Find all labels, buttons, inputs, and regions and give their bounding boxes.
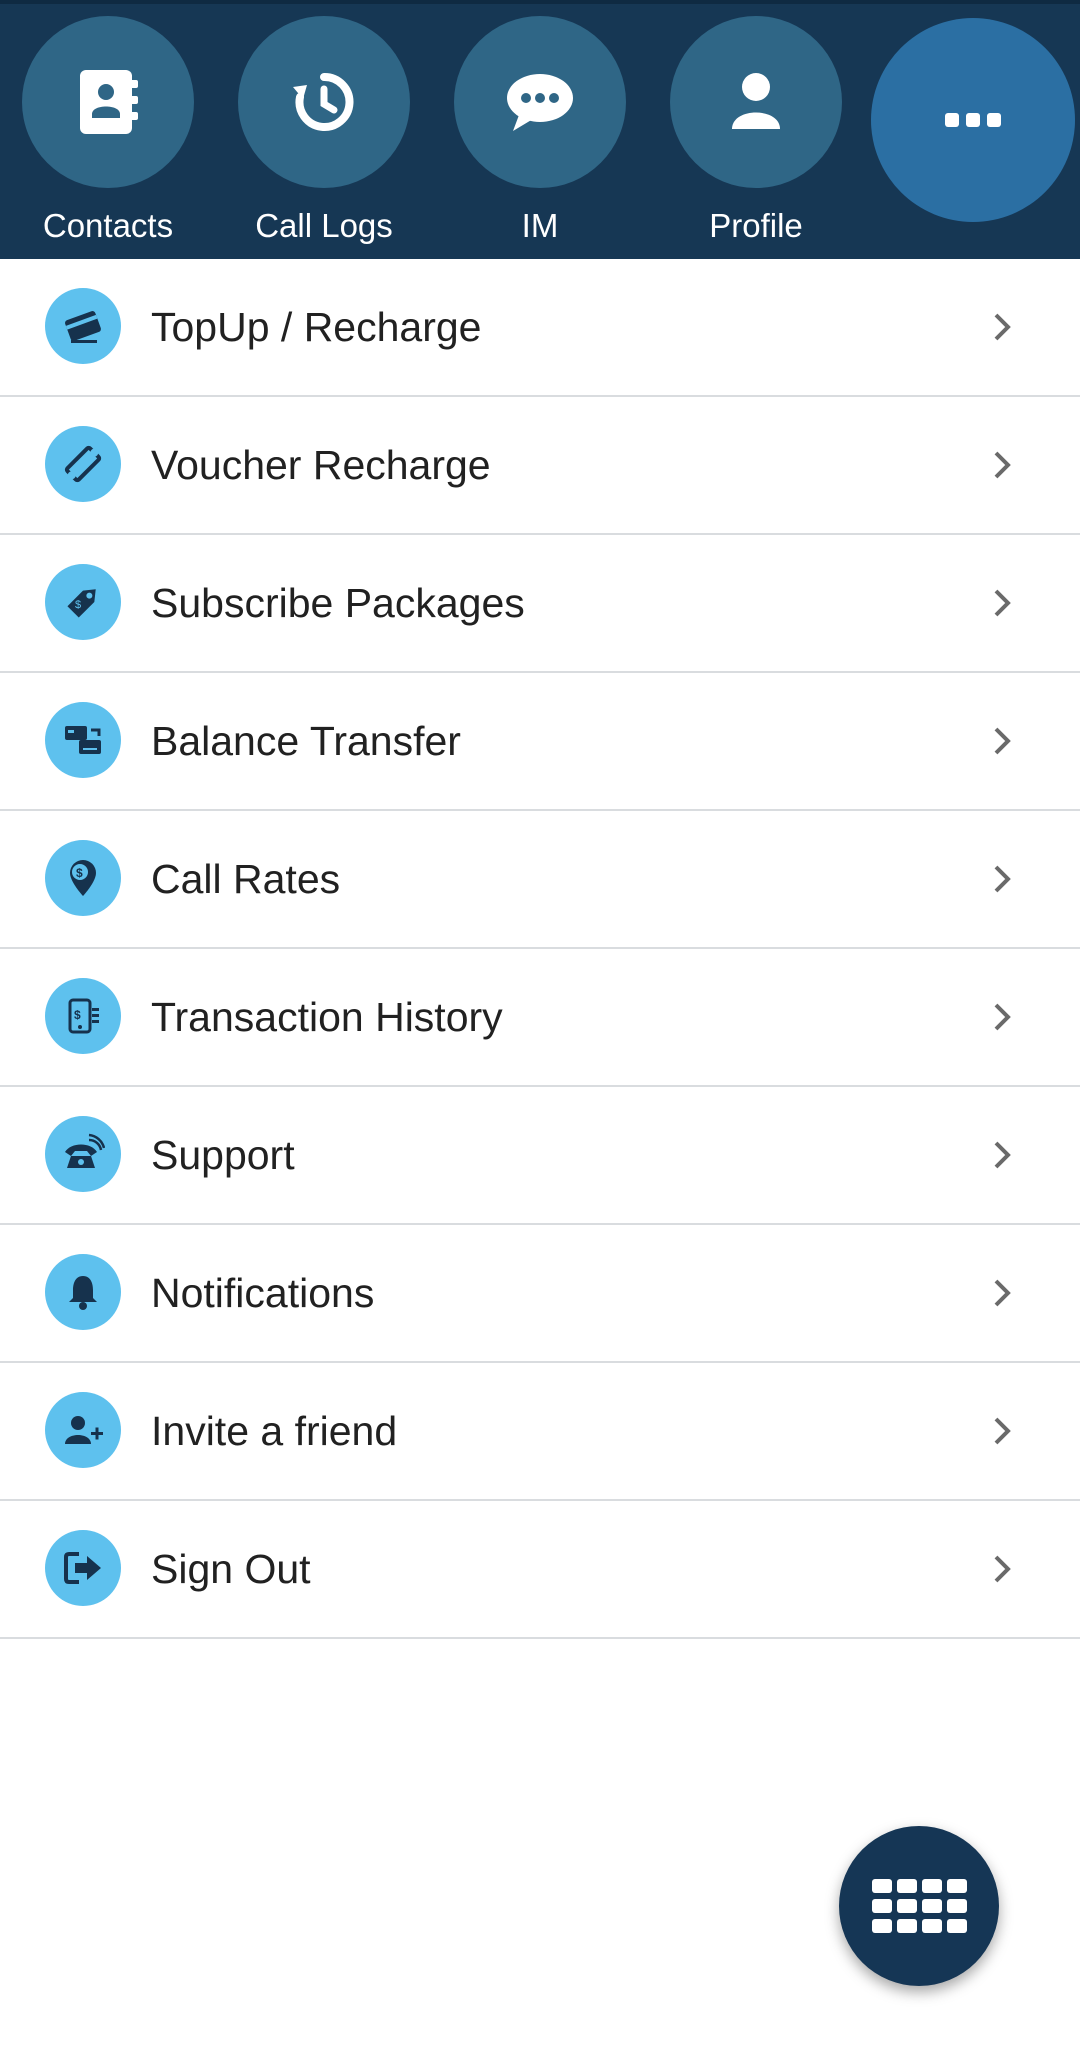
menu-item-support[interactable]: Support	[0, 1087, 1080, 1225]
menu-label: TopUp / Recharge	[151, 304, 482, 350]
nav-item-contacts[interactable]: Contacts	[0, 0, 216, 259]
more-dots-icon	[945, 113, 1001, 127]
menu-label: Call Rates	[151, 856, 341, 902]
chevron-right-icon	[994, 865, 1011, 893]
chevron-right-icon	[994, 589, 1011, 617]
menu-label: Support	[151, 1132, 295, 1178]
menu-item-call-rates[interactable]: $ Call Rates	[0, 811, 1080, 949]
dialpad-icon	[871, 1879, 967, 1933]
menu-icon-bg	[45, 1392, 121, 1468]
phone-receipt-icon: $	[68, 998, 99, 1034]
chevron-right-icon	[994, 1417, 1011, 1445]
nav-circle	[454, 16, 626, 188]
menu-icon-bg: $	[45, 564, 121, 640]
menu-label: Transaction History	[151, 994, 503, 1040]
contacts-book-icon	[80, 70, 138, 134]
menu-label: Notifications	[151, 1270, 375, 1316]
top-nav-bar: Contacts Call Logs IM Profile	[0, 0, 1080, 259]
menu-item-topup-recharge[interactable]: TopUp / Recharge	[0, 259, 1080, 397]
menu-icon-bg	[45, 1530, 121, 1606]
chevron-right-icon	[994, 451, 1011, 479]
nav-circle	[22, 16, 194, 188]
menu-item-transaction-history[interactable]: $ Transaction History	[0, 949, 1080, 1087]
menu-label: Subscribe Packages	[151, 580, 525, 626]
dialpad-button[interactable]	[839, 1826, 999, 1986]
chat-bubble-icon	[507, 74, 573, 131]
menu-item-invite-a-friend[interactable]: Invite a friend	[0, 1363, 1080, 1501]
menu-list: TopUp / Recharge Voucher Recharge $ Subs…	[0, 259, 1080, 1639]
nav-item-profile[interactable]: Profile	[648, 0, 864, 259]
menu-item-notifications[interactable]: Notifications	[0, 1225, 1080, 1363]
bell-icon	[69, 1276, 97, 1310]
nav-item-call-logs[interactable]: Call Logs	[216, 0, 432, 259]
chevron-right-icon	[994, 313, 1011, 341]
svg-text:$: $	[74, 1008, 81, 1022]
menu-icon-bg	[45, 702, 121, 778]
nav-circle	[238, 16, 410, 188]
menu-label: Invite a friend	[151, 1408, 398, 1454]
nav-label-im: IM	[521, 207, 559, 244]
transfer-cards-icon	[65, 726, 101, 754]
chevron-right-icon	[994, 1003, 1011, 1031]
telephone-icon	[65, 1133, 105, 1168]
menu-label: Voucher Recharge	[151, 442, 491, 488]
menu-icon-bg: $	[45, 840, 121, 916]
chevron-right-icon	[994, 1555, 1011, 1583]
menu-icon-bg	[45, 426, 121, 502]
ticket-icon	[64, 445, 102, 483]
chevron-right-icon	[994, 1141, 1011, 1169]
svg-text:$: $	[76, 866, 83, 880]
menu-item-balance-transfer[interactable]: Balance Transfer	[0, 673, 1080, 811]
nav-item-im[interactable]: IM	[432, 0, 648, 259]
svg-text:$: $	[75, 599, 81, 611]
price-tag-icon: $	[67, 589, 96, 618]
chevron-right-icon	[994, 1279, 1011, 1307]
history-clock-icon	[293, 72, 354, 131]
nav-label-profile: Profile	[709, 207, 803, 244]
menu-item-subscribe-packages[interactable]: $ Subscribe Packages	[0, 535, 1080, 673]
menu-icon-bg: $	[45, 978, 121, 1054]
nav-label-call-logs: Call Logs	[255, 207, 393, 244]
credit-card-icon	[65, 311, 101, 343]
dollar-pin-icon: $	[70, 860, 96, 896]
more-button[interactable]	[871, 18, 1075, 222]
add-user-icon	[65, 1416, 103, 1444]
menu-item-sign-out[interactable]: Sign Out	[0, 1501, 1080, 1639]
chevron-right-icon	[994, 727, 1011, 755]
nav-circle	[670, 16, 842, 188]
menu-label: Balance Transfer	[151, 718, 461, 764]
menu-icon-bg	[45, 1116, 121, 1192]
menu-label: Sign Out	[151, 1546, 311, 1592]
user-icon	[732, 73, 780, 129]
menu-icon-bg	[45, 288, 121, 364]
menu-icon-bg	[45, 1254, 121, 1330]
menu-item-voucher-recharge[interactable]: Voucher Recharge	[0, 397, 1080, 535]
sign-out-icon	[64, 1552, 101, 1584]
nav-label-contacts: Contacts	[42, 207, 174, 244]
